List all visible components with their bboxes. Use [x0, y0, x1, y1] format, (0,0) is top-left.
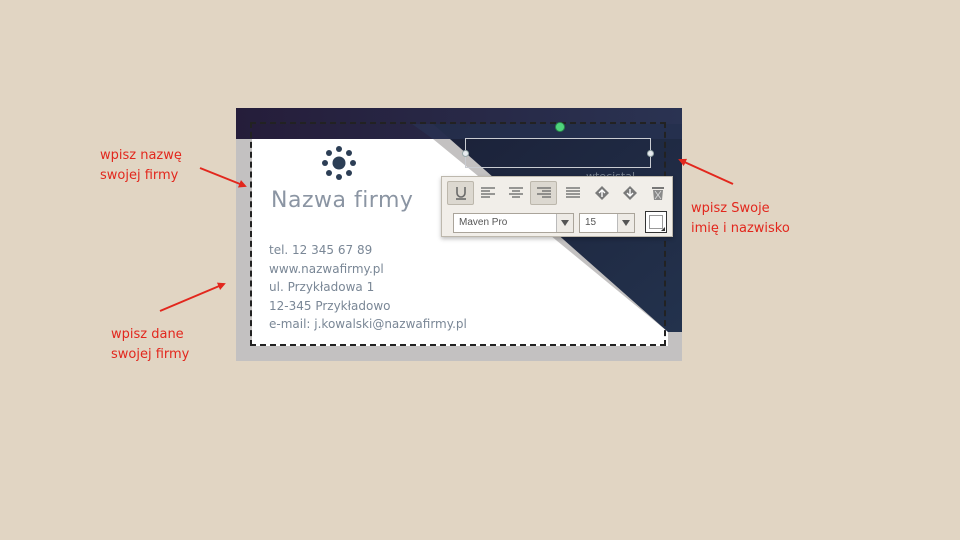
company-info-block[interactable]: tel. 12 345 67 89 www.nazwafirmy.pl ul. … [269, 241, 467, 334]
font-family-value: Maven Pro [459, 217, 508, 228]
annotation-line: wpisz dane [111, 327, 184, 342]
chevron-down-icon [617, 214, 634, 232]
street-line[interactable]: ul. Przykładowa 1 [269, 278, 467, 297]
align-center-button[interactable] [502, 181, 529, 205]
arrow-to-name-field [678, 158, 734, 185]
delete-button[interactable] [644, 181, 671, 205]
rotate-handle[interactable] [555, 122, 565, 132]
annotation-line: imię i nazwisko [691, 221, 790, 236]
resize-handle-right[interactable] [647, 150, 654, 157]
city-line[interactable]: 12-345 Przykładowo [269, 297, 467, 316]
align-justify-icon [565, 187, 580, 198]
bring-forward-icon [594, 186, 609, 200]
company-name-text[interactable]: Nazwa firmy [271, 188, 413, 213]
align-left-button[interactable] [474, 181, 501, 205]
align-left-icon [480, 187, 495, 198]
send-backward-button[interactable] [616, 181, 643, 205]
trash-icon [651, 187, 664, 200]
align-right-button[interactable] [530, 181, 557, 205]
annotation-company-name: wpisz nazwę swojej firmy [100, 146, 182, 186]
align-justify-button[interactable] [559, 181, 586, 205]
font-family-select[interactable]: Maven Pro [453, 213, 574, 233]
font-size-value: 15 [585, 217, 597, 228]
name-text-box[interactable] [462, 138, 654, 168]
email-line[interactable]: e-mail: j.kowalski@nazwafirmy.pl [269, 315, 467, 334]
text-color-picker[interactable] [645, 211, 667, 233]
bring-forward-button[interactable] [588, 181, 615, 205]
align-right-icon [536, 187, 551, 198]
annotation-line: wpisz nazwę [100, 148, 182, 163]
color-dropdown-icon [661, 227, 665, 231]
align-center-icon [508, 187, 523, 198]
underline-button[interactable] [447, 181, 474, 205]
annotation-company-data: wpisz dane swojej firmy [111, 325, 189, 365]
arrow-to-company-data [159, 282, 226, 312]
website-line[interactable]: www.nazwafirmy.pl [269, 260, 467, 279]
chevron-down-icon [556, 214, 573, 232]
text-format-toolbar: Maven Pro 15 [441, 176, 673, 237]
font-size-select[interactable]: 15 [579, 213, 635, 233]
underline-icon [455, 187, 466, 200]
resize-handle-left[interactable] [462, 150, 469, 157]
annotation-line: swojej firmy [100, 168, 179, 183]
annotation-line: swojej firmy [111, 347, 190, 362]
phone-line[interactable]: tel. 12 345 67 89 [269, 241, 467, 260]
annotation-full-name: wpisz Swoje imię i nazwisko [691, 199, 790, 239]
send-backward-icon [622, 186, 637, 200]
company-logo-icon [322, 146, 356, 180]
annotation-line: wpisz Swoje [691, 201, 770, 216]
